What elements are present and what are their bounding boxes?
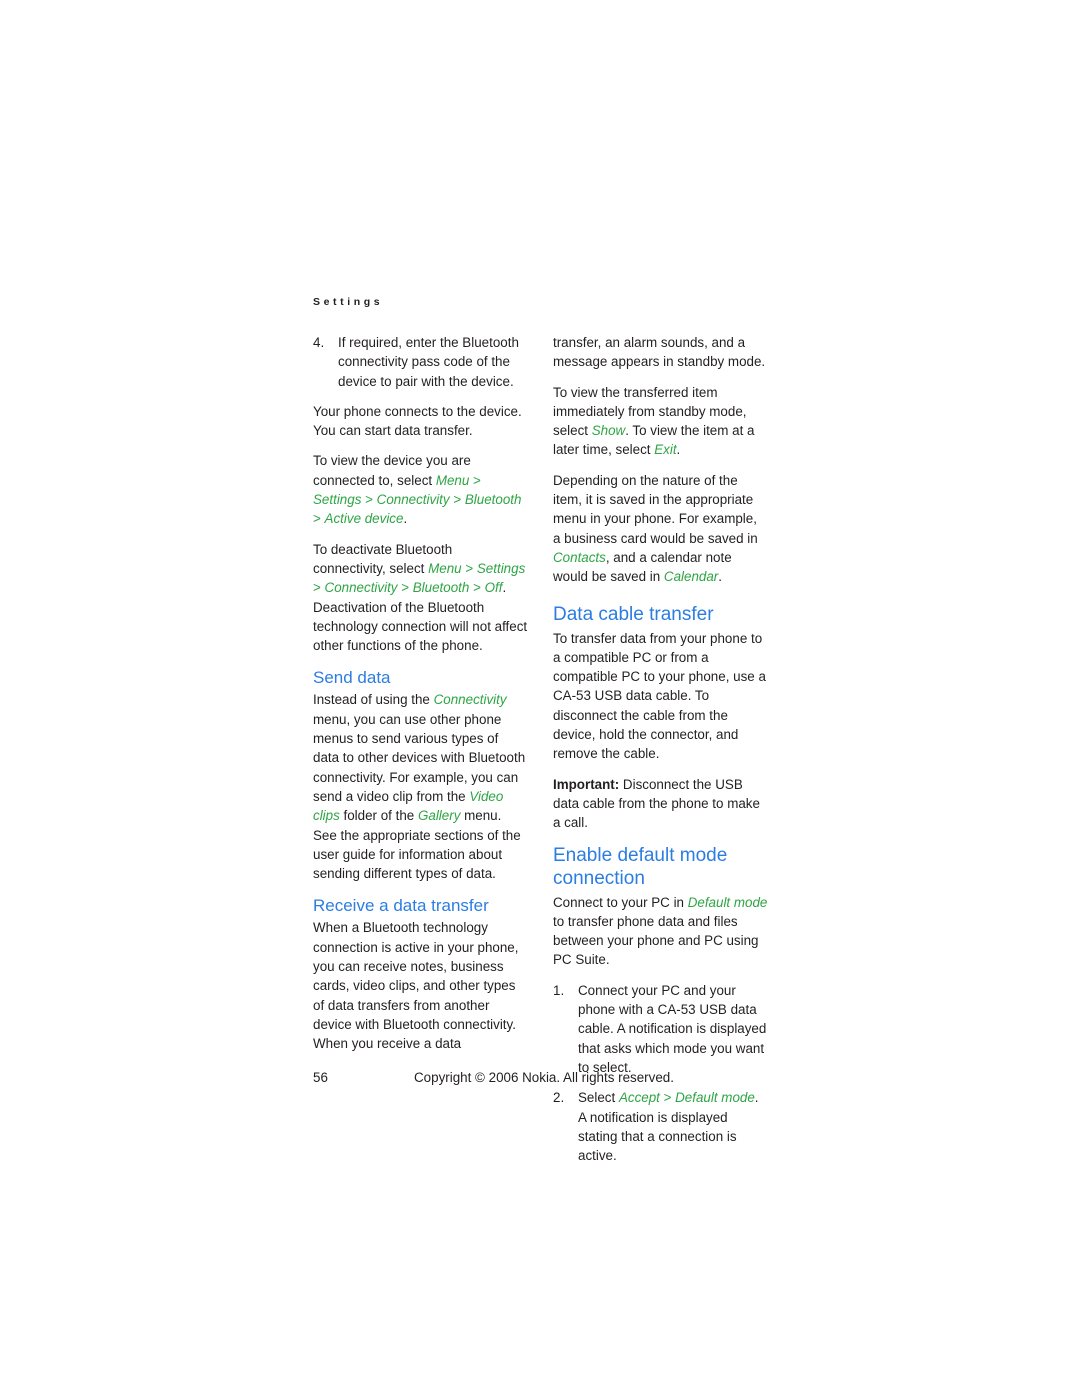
two-column-body: 4. If required, enter the Bluetooth conn… xyxy=(313,333,768,1176)
important-label: Important: xyxy=(553,776,620,792)
ui-term: Off xyxy=(484,580,503,596)
left-column: 4. If required, enter the Bluetooth conn… xyxy=(313,333,528,1176)
heading-data-cable-transfer: Data cable transfer xyxy=(553,603,714,625)
ui-term: Connectivity xyxy=(433,692,507,708)
heading-enable-default-mode-connection: Enable default mode connection xyxy=(553,844,728,889)
list-item-text: If required, enter the Bluetooth connect… xyxy=(338,335,519,389)
text-run: Depending on the nature of the item, it … xyxy=(553,472,758,546)
list-marker: 1. xyxy=(553,982,565,998)
heading-send-data: Send data xyxy=(313,668,391,688)
paragraph-view-device: To view the device you are connected to,… xyxy=(313,451,528,528)
ui-term: Default mode xyxy=(675,1090,755,1106)
heading-receive-a-data-transfer: Receive a data transfer xyxy=(313,896,489,916)
separator: > xyxy=(469,472,481,488)
list-marker: 4. xyxy=(313,335,325,350)
list-marker: 2. xyxy=(553,1090,565,1106)
separator: > xyxy=(313,511,325,527)
ui-term: Default mode xyxy=(687,894,768,910)
text-run: Connect to your PC in xyxy=(553,894,688,910)
ui-term: Menu xyxy=(428,560,462,576)
text-run: . xyxy=(718,569,722,585)
ui-term: Connectivity xyxy=(376,492,450,508)
ui-term: Bluetooth xyxy=(412,580,470,596)
list-item: 1. Connect your PC and your phone with a… xyxy=(553,981,768,1077)
paragraph-phone-connects: Your phone connects to the device. You c… xyxy=(313,403,522,439)
paragraph-connect-pc: Connect to your PC in Default mode to tr… xyxy=(553,893,768,970)
ui-term: Show xyxy=(591,423,626,439)
paragraph-view-item: To view the transferred item immediately… xyxy=(553,383,768,460)
list-item-text: Select Accept > Default mode. A notifica… xyxy=(578,1088,768,1165)
ui-term: Bluetooth xyxy=(464,492,522,508)
running-header: Settings xyxy=(313,296,384,308)
text-run: to transfer phone data and files between… xyxy=(553,913,759,968)
ui-term: Accept xyxy=(618,1090,660,1106)
paragraph-send-data: Instead of using the Connectivity menu, … xyxy=(313,690,528,883)
manual-page: Settings 4. If required, enter the Bluet… xyxy=(0,0,1080,1397)
ui-term: Connectivity xyxy=(324,580,398,596)
right-column: transfer, an alarm sounds, and a message… xyxy=(553,333,768,1176)
separator: > xyxy=(449,492,465,508)
text-run: Select xyxy=(578,1090,619,1106)
ui-term: Calendar xyxy=(663,569,719,585)
separator: > xyxy=(397,580,413,596)
paragraph-data-cable: To transfer data from your phone to a co… xyxy=(553,630,766,762)
ui-term: Settings xyxy=(313,492,362,508)
ui-term: Contacts xyxy=(553,549,606,565)
text-run: folder of the xyxy=(339,808,418,824)
copyright-notice: Copyright © 2006 Nokia. All rights reser… xyxy=(414,1070,674,1085)
ui-term: Settings xyxy=(476,560,526,576)
paragraph-depending: Depending on the nature of the item, it … xyxy=(553,471,768,587)
text-run: . xyxy=(676,442,681,458)
ui-term: Active device xyxy=(324,511,404,527)
separator: > xyxy=(659,1090,676,1106)
list-item-text: Connect your PC and your phone with a CA… xyxy=(578,982,767,1075)
paragraph-receive: When a Bluetooth technology connection i… xyxy=(313,920,519,1052)
paragraph-continued: transfer, an alarm sounds, and a message… xyxy=(553,335,766,370)
list-item: 2. Select Accept > Default mode. A notif… xyxy=(553,1088,768,1165)
separator: > xyxy=(313,580,325,596)
list-item: 4. If required, enter the Bluetooth conn… xyxy=(313,333,528,391)
ui-term: Menu xyxy=(435,472,470,488)
paragraph-deactivate: To deactivate Bluetooth connectivity, se… xyxy=(313,540,528,656)
separator: > xyxy=(361,492,377,508)
text-run: . xyxy=(403,511,408,527)
text-run: Instead of using the xyxy=(313,692,434,708)
page-number: 56 xyxy=(313,1070,328,1085)
ui-term: Gallery xyxy=(417,808,461,824)
separator: > xyxy=(469,580,485,596)
separator: > xyxy=(461,560,477,576)
paragraph-important: Important: Disconnect the USB data cable… xyxy=(553,775,768,833)
ui-term: Exit xyxy=(654,442,677,458)
